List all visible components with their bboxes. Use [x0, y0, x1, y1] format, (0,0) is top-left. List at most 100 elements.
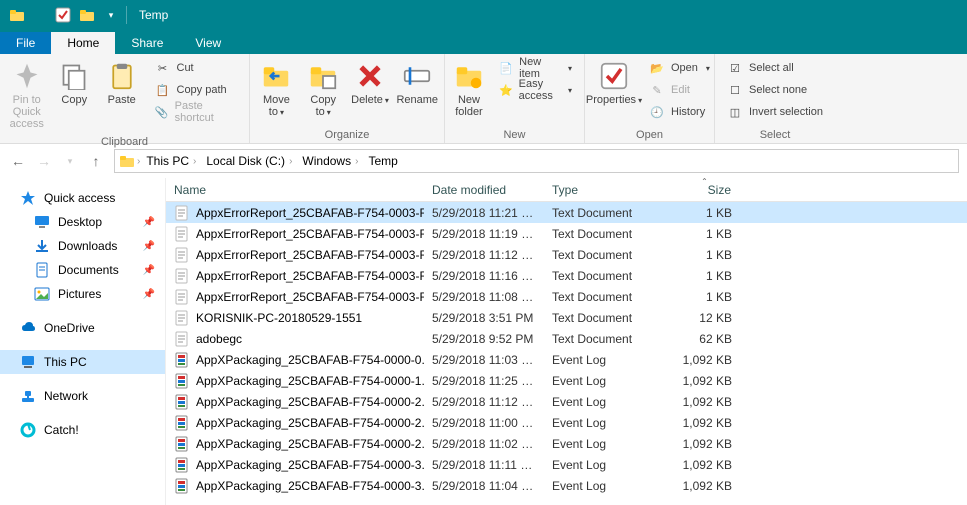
file-size: 1 KB — [660, 248, 750, 262]
sidebar-documents[interactable]: Documents📌 — [0, 258, 165, 282]
easyaccess-icon: ⭐ — [499, 82, 513, 98]
history-icon: 🕘 — [649, 104, 665, 120]
tab-share[interactable]: Share — [115, 32, 179, 54]
copyto-button[interactable]: Copy to▾ — [301, 56, 346, 123]
table-row[interactable]: AppxErrorReport_25CBAFAB-F754-0003-F...5… — [166, 244, 967, 265]
file-icon — [174, 457, 190, 473]
file-name: AppXPackaging_25CBAFAB-F754-0000-2... — [196, 437, 424, 451]
cut-button[interactable]: ✂Cut — [151, 58, 242, 78]
table-row[interactable]: AppxErrorReport_25CBAFAB-F754-0003-F...5… — [166, 286, 967, 307]
table-row[interactable]: AppXPackaging_25CBAFAB-F754-0000-2...5/2… — [166, 412, 967, 433]
rename-button[interactable]: Rename — [394, 56, 440, 110]
delete-button[interactable]: Delete▾ — [348, 56, 393, 111]
file-icon — [174, 478, 190, 494]
properties-icon — [598, 60, 630, 92]
table-row[interactable]: AppXPackaging_25CBAFAB-F754-0000-3...5/2… — [166, 475, 967, 496]
file-size: 1,092 KB — [660, 374, 750, 388]
forward-button[interactable]: → — [34, 151, 54, 171]
recent-dropdown[interactable]: ▾ — [60, 151, 80, 171]
table-row[interactable]: AppXPackaging_25CBAFAB-F754-0000-3...5/2… — [166, 454, 967, 475]
file-type: Event Log — [544, 479, 660, 493]
col-name[interactable]: Name — [166, 178, 424, 201]
table-row[interactable]: KORISNIK-PC-20180529-15515/29/2018 3:51 … — [166, 307, 967, 328]
table-row[interactable]: AppXPackaging_25CBAFAB-F754-0000-0...5/2… — [166, 349, 967, 370]
qat-properties-icon[interactable] — [52, 4, 74, 26]
crumb-temp[interactable]: Temp — [364, 154, 401, 168]
newfolder-button[interactable]: New folder — [449, 56, 489, 122]
invertselection-button[interactable]: ◫Invert selection — [723, 102, 827, 122]
file-icon — [174, 352, 190, 368]
selectnone-button[interactable]: ☐Select none — [723, 80, 827, 100]
qat-newfolder-icon[interactable] — [76, 4, 98, 26]
sidebar-thispc[interactable]: This PC — [0, 350, 165, 374]
edit-icon: ✎ — [649, 82, 665, 98]
sidebar-catch[interactable]: Catch! — [0, 418, 165, 442]
file-size: 1 KB — [660, 227, 750, 241]
easyaccess-button[interactable]: ⭐Easy access▾ — [495, 80, 576, 100]
tab-home[interactable]: Home — [51, 32, 115, 54]
file-name: AppxErrorReport_25CBAFAB-F754-0003-F... — [196, 248, 424, 262]
copy-button[interactable]: Copy — [52, 56, 98, 110]
pasteshortcut-icon: 📎 — [155, 104, 169, 120]
file-size: 1,092 KB — [660, 416, 750, 430]
moveto-button[interactable]: Move to▾ — [254, 56, 299, 123]
properties-button[interactable]: Properties▾ — [589, 56, 639, 111]
back-button[interactable]: ← — [8, 151, 28, 171]
sidebar-onedrive[interactable]: OneDrive — [0, 316, 165, 340]
table-row[interactable]: adobegc5/29/2018 9:52 PMText Document62 … — [166, 328, 967, 349]
newitem-button[interactable]: 📄New item▾ — [495, 58, 576, 78]
selectall-button[interactable]: ☑Select all — [723, 58, 827, 78]
file-size: 1,092 KB — [660, 458, 750, 472]
file-size: 12 KB — [660, 311, 750, 325]
pin-quickaccess-button[interactable]: Pin to Quick access — [4, 56, 50, 134]
pin-icon — [11, 60, 43, 92]
table-row[interactable]: AppxErrorReport_25CBAFAB-F754-0003-F...5… — [166, 202, 967, 223]
file-type: Event Log — [544, 374, 660, 388]
file-name: AppxErrorReport_25CBAFAB-F754-0003-F... — [196, 290, 424, 304]
history-button[interactable]: 🕘History — [645, 102, 714, 122]
qat-dropdown-icon[interactable]: ▾ — [100, 4, 122, 26]
new-group-label: New — [449, 127, 580, 143]
file-date: 5/29/2018 11:25 PM — [424, 374, 544, 388]
titlebar: ▾ Temp — [0, 0, 967, 30]
table-row[interactable]: AppXPackaging_25CBAFAB-F754-0000-2...5/2… — [166, 433, 967, 454]
file-type: Event Log — [544, 353, 660, 367]
ribbon-tabs: File Home Share View — [0, 30, 967, 54]
table-row[interactable]: AppxErrorReport_25CBAFAB-F754-0003-F...5… — [166, 265, 967, 286]
tab-view[interactable]: View — [179, 32, 237, 54]
file-icon — [174, 289, 190, 305]
copyto-icon — [307, 60, 339, 92]
sidebar-downloads[interactable]: Downloads📌 — [0, 234, 165, 258]
copypath-button[interactable]: 📋Copy path — [151, 80, 242, 100]
file-date: 5/29/2018 11:12 PM — [424, 248, 544, 262]
sidebar-desktop[interactable]: Desktop📌 — [0, 210, 165, 234]
crumb-windows[interactable]: Windows› — [298, 154, 362, 168]
file-size: 1,092 KB — [660, 437, 750, 451]
table-row[interactable]: AppXPackaging_25CBAFAB-F754-0000-2...5/2… — [166, 391, 967, 412]
sidebar-pictures[interactable]: Pictures📌 — [0, 282, 165, 306]
file-type: Event Log — [544, 437, 660, 451]
qat-folder-icon[interactable] — [6, 4, 28, 26]
col-size[interactable]: ⌃Size — [660, 178, 750, 201]
file-type: Event Log — [544, 416, 660, 430]
up-button[interactable]: ↑ — [86, 151, 106, 171]
crumb-thispc[interactable]: This PC› — [142, 154, 200, 168]
pasteshortcut-button[interactable]: 📎Paste shortcut — [151, 102, 242, 122]
pin-icon: 📌 — [143, 265, 155, 276]
selectall-icon: ☑ — [727, 60, 743, 76]
crumb-c[interactable]: Local Disk (C:)› — [202, 154, 296, 168]
sidebar-network[interactable]: Network — [0, 384, 165, 408]
col-type[interactable]: Type — [544, 178, 660, 201]
sidebar-quickaccess[interactable]: Quick access — [0, 186, 165, 210]
address-bar[interactable]: › This PC› Local Disk (C:)› Windows› Tem… — [114, 149, 959, 173]
edit-button[interactable]: ✎Edit — [645, 80, 714, 100]
open-button[interactable]: 📂Open▾ — [645, 58, 714, 78]
col-date[interactable]: Date modified — [424, 178, 544, 201]
tab-file[interactable]: File — [0, 32, 51, 54]
file-size: 1,092 KB — [660, 395, 750, 409]
table-row[interactable]: AppxErrorReport_25CBAFAB-F754-0003-F...5… — [166, 223, 967, 244]
pin-icon: 📌 — [143, 217, 155, 228]
file-date: 5/29/2018 9:52 PM — [424, 332, 544, 346]
table-row[interactable]: AppXPackaging_25CBAFAB-F754-0000-1...5/2… — [166, 370, 967, 391]
paste-button[interactable]: Paste — [99, 56, 145, 110]
